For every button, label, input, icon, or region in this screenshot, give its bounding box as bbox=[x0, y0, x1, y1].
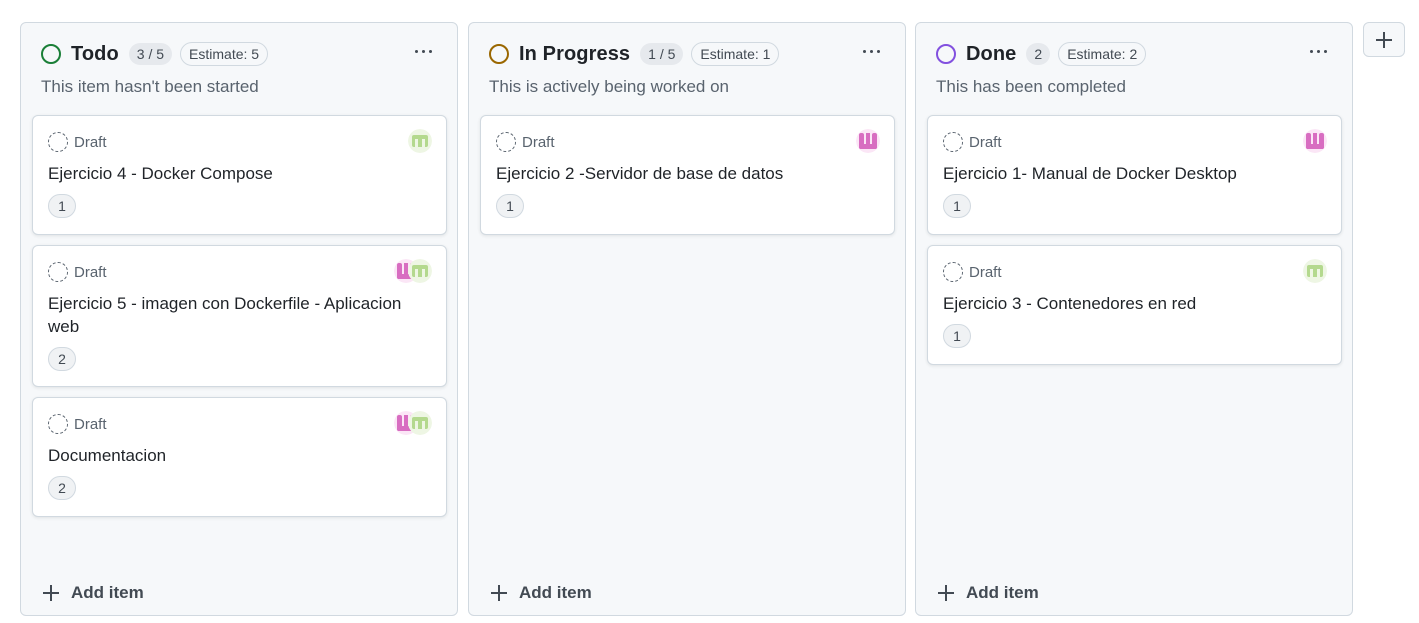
column-menu-button[interactable] bbox=[409, 39, 437, 63]
estimate-number-badge: 2 bbox=[48, 347, 76, 371]
add-item-button[interactable]: Add item bbox=[938, 583, 1039, 603]
add-column-button[interactable] bbox=[1363, 22, 1405, 57]
add-item-label: Add item bbox=[71, 583, 144, 602]
assignees[interactable] bbox=[1303, 259, 1327, 283]
card-status: Draft bbox=[496, 132, 555, 152]
kebab-dot-icon bbox=[876, 49, 880, 53]
column-title: Done bbox=[966, 42, 1017, 65]
kebab-dot-icon bbox=[862, 49, 866, 53]
assignees[interactable] bbox=[408, 129, 432, 153]
estimate-number-badge: 2 bbox=[48, 476, 76, 500]
add-item-label: Add item bbox=[966, 583, 1039, 602]
column-title: Todo bbox=[71, 42, 119, 65]
assignees[interactable] bbox=[394, 411, 432, 435]
item-card[interactable]: Draft Ejercicio 4 - Docker Compose 1 bbox=[32, 115, 447, 235]
estimate-badge: Estimate: 1 bbox=[691, 42, 780, 66]
estimate-number-badge: 1 bbox=[943, 194, 971, 218]
draft-label: Draft bbox=[969, 133, 1002, 151]
estimate-badge: Estimate: 5 bbox=[180, 42, 269, 66]
item-card[interactable]: Draft Documentacion 2 bbox=[32, 397, 447, 517]
green-avatar[interactable] bbox=[408, 411, 432, 435]
green-avatar[interactable] bbox=[408, 129, 432, 153]
pink-avatar[interactable] bbox=[1303, 129, 1327, 153]
add-item-button[interactable]: Add item bbox=[43, 583, 144, 603]
green-avatar[interactable] bbox=[1303, 259, 1327, 283]
card-title[interactable]: Documentacion bbox=[48, 444, 431, 467]
column-menu-button[interactable] bbox=[857, 39, 885, 63]
card-status: Draft bbox=[48, 132, 107, 152]
draft-icon bbox=[48, 414, 68, 434]
draft-label: Draft bbox=[74, 133, 107, 151]
plus-icon bbox=[43, 585, 59, 601]
kebab-dot-icon bbox=[421, 49, 425, 53]
kebab-dot-icon bbox=[1309, 49, 1313, 53]
column-header: Done 2 Estimate: 2 bbox=[936, 41, 1332, 67]
plus-icon bbox=[1376, 32, 1392, 48]
kebab-dot-icon bbox=[428, 49, 432, 53]
card-status: Draft bbox=[943, 132, 1002, 152]
column-description: This is actively being worked on bbox=[489, 77, 730, 96]
draft-icon bbox=[943, 262, 963, 282]
status-circle-icon bbox=[41, 44, 61, 64]
card-status: Draft bbox=[943, 262, 1002, 282]
draft-label: Draft bbox=[522, 133, 555, 151]
column-description: This item hasn't been started bbox=[41, 77, 259, 96]
draft-icon bbox=[48, 132, 68, 152]
assignees[interactable] bbox=[1303, 129, 1327, 153]
item-count-badge: 2 bbox=[1026, 43, 1051, 65]
status-circle-icon bbox=[489, 44, 509, 64]
item-card[interactable]: Draft Ejercicio 2 -Servidor de base de d… bbox=[480, 115, 895, 235]
draft-label: Draft bbox=[74, 415, 107, 433]
kebab-dot-icon bbox=[414, 49, 418, 53]
column-header: Todo 3 / 5 Estimate: 5 bbox=[41, 41, 437, 67]
estimate-number-badge: 1 bbox=[943, 324, 971, 348]
column-todo: Todo 3 / 5 Estimate: 5 This item hasn't … bbox=[20, 22, 458, 616]
card-title[interactable]: Ejercicio 5 - imagen con Dockerfile - Ap… bbox=[48, 292, 431, 338]
draft-icon bbox=[943, 132, 963, 152]
draft-label: Draft bbox=[969, 263, 1002, 281]
column-header: In Progress 1 / 5 Estimate: 1 bbox=[489, 41, 885, 67]
plus-icon bbox=[491, 585, 507, 601]
assignees[interactable] bbox=[856, 129, 880, 153]
item-card[interactable]: Draft Ejercicio 1- Manual de Docker Desk… bbox=[927, 115, 1342, 235]
card-title[interactable]: Ejercicio 2 -Servidor de base de datos bbox=[496, 162, 879, 185]
card-title[interactable]: Ejercicio 3 - Contenedores en red bbox=[943, 292, 1326, 315]
draft-icon bbox=[48, 262, 68, 282]
column-title: In Progress bbox=[519, 42, 631, 65]
draft-icon bbox=[496, 132, 516, 152]
item-card[interactable]: Draft Ejercicio 5 - imagen con Dockerfil… bbox=[32, 245, 447, 387]
estimate-number-badge: 1 bbox=[48, 194, 76, 218]
pink-avatar[interactable] bbox=[856, 129, 880, 153]
kebab-dot-icon bbox=[1316, 49, 1320, 53]
assignees[interactable] bbox=[394, 259, 432, 283]
column-in-progress: In Progress 1 / 5 Estimate: 1 This is ac… bbox=[468, 22, 906, 616]
plus-icon bbox=[938, 585, 954, 601]
add-item-label: Add item bbox=[519, 583, 592, 602]
draft-label: Draft bbox=[74, 263, 107, 281]
estimate-badge: Estimate: 2 bbox=[1058, 42, 1147, 66]
card-status: Draft bbox=[48, 262, 107, 282]
card-title[interactable]: Ejercicio 1- Manual de Docker Desktop bbox=[943, 162, 1326, 185]
item-count-badge: 3 / 5 bbox=[128, 43, 173, 65]
green-avatar[interactable] bbox=[408, 259, 432, 283]
column-done: Done 2 Estimate: 2 This has been complet… bbox=[915, 22, 1353, 616]
add-item-button[interactable]: Add item bbox=[491, 583, 592, 603]
card-title[interactable]: Ejercicio 4 - Docker Compose bbox=[48, 162, 431, 185]
column-description: This has been completed bbox=[936, 77, 1126, 96]
card-status: Draft bbox=[48, 414, 107, 434]
estimate-number-badge: 1 bbox=[496, 194, 524, 218]
kebab-dot-icon bbox=[869, 49, 873, 53]
kebab-dot-icon bbox=[1323, 49, 1327, 53]
column-menu-button[interactable] bbox=[1304, 39, 1332, 63]
item-count-badge: 1 / 5 bbox=[640, 43, 684, 65]
item-card[interactable]: Draft Ejercicio 3 - Contenedores en red … bbox=[927, 245, 1342, 365]
status-circle-icon bbox=[936, 44, 956, 64]
